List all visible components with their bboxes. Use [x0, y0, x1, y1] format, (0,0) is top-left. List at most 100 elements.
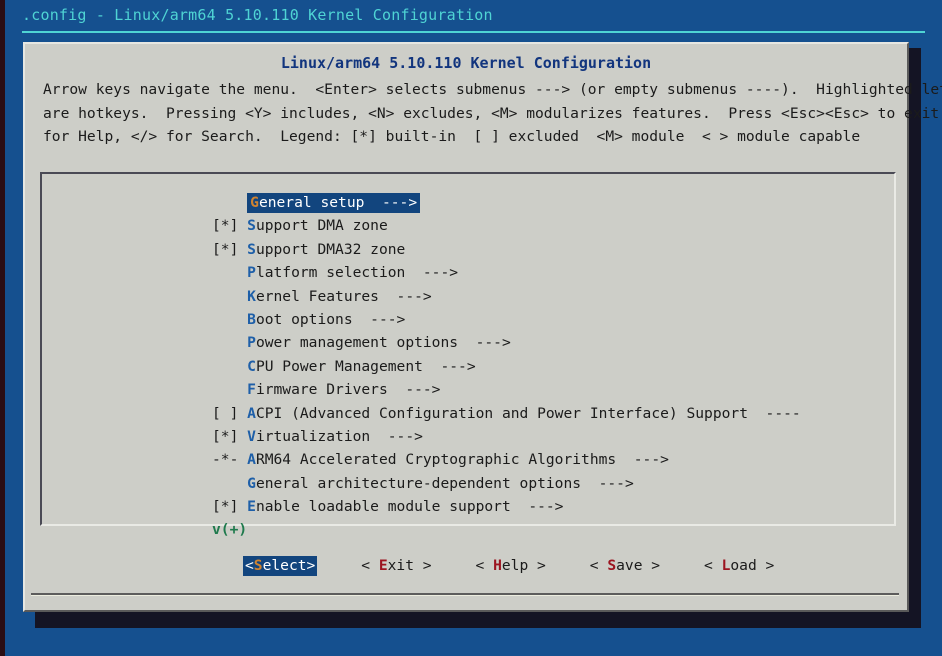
menu-item-text: ernel Features ---> — [256, 288, 432, 305]
menu-item[interactable]: Power management options ---> — [25, 331, 911, 354]
menu-item-hotkey: S — [247, 217, 256, 234]
help-text: Arrow keys navigate the menu. <Enter> se… — [43, 78, 942, 149]
menu-item-hotkey: P — [247, 334, 256, 351]
menu-item-label: Support DMA zone — [247, 217, 388, 234]
menu-item[interactable]: CPU Power Management ---> — [25, 355, 911, 378]
menu-item-mark: -*- — [212, 451, 238, 468]
button-separator — [31, 593, 899, 596]
menu-item-text: upport DMA zone — [256, 217, 388, 234]
menu-item-hotkey: V — [247, 428, 256, 445]
button-hotkey: S — [607, 557, 616, 574]
menu-item[interactable]: General architecture-dependent options -… — [25, 472, 911, 495]
menu-item[interactable]: Platform selection ---> — [25, 261, 911, 284]
button-hotkey: H — [493, 557, 502, 574]
scroll-down-indicator: v(+) — [25, 518, 911, 541]
menu-item-label: Power management options ---> — [247, 334, 511, 351]
button-gap — [432, 557, 476, 574]
menu-item-mark — [212, 475, 238, 492]
menu-item-mark: [*] — [212, 428, 238, 445]
menu-item-mark: [*] — [212, 241, 238, 258]
menu-item-label: ARM64 Accelerated Cryptographic Algorith… — [247, 451, 669, 468]
menu-item-hotkey: S — [247, 241, 256, 258]
menu-item-text: eneral setup ---> — [259, 194, 417, 211]
menu-item[interactable]: [*] Support DMA32 zone — [25, 238, 911, 261]
menu-item[interactable]: [*] Support DMA zone — [25, 214, 911, 237]
menu-item-hotkey: C — [247, 358, 256, 375]
menu-item-mark — [212, 334, 238, 351]
button-bracket-left: < — [476, 557, 494, 574]
button-hotkey: E — [379, 557, 388, 574]
button-label: ave > — [616, 557, 660, 574]
menu-item[interactable]: [ ] ACPI (Advanced Configuration and Pow… — [25, 402, 911, 425]
menu-item-mark — [212, 264, 238, 281]
menu-item-text: RM64 Accelerated Cryptographic Algorithm… — [256, 451, 669, 468]
menu-item-text: upport DMA32 zone — [256, 241, 405, 258]
menu-item-text: CPI (Advanced Configuration and Power In… — [256, 405, 801, 422]
backtitle-rule — [22, 31, 925, 33]
menu-item-hotkey: E — [247, 498, 256, 515]
button-bracket-left: < — [361, 557, 379, 574]
menu-item-text: latform selection ---> — [256, 264, 458, 281]
menu-item-text: PU Power Management ---> — [256, 358, 476, 375]
menu-item-text: nable loadable module support ---> — [256, 498, 564, 515]
terminal-left-edge-inner — [5, 0, 9, 656]
menu-item-label: General architecture-dependent options -… — [247, 475, 634, 492]
menu-item-mark — [212, 288, 238, 305]
menu-item[interactable]: Kernel Features ---> — [25, 285, 911, 308]
menu-item-hotkey: A — [247, 405, 256, 422]
button-bracket-left: < — [704, 557, 722, 574]
menu-item-hotkey: B — [247, 311, 256, 328]
button-gap — [660, 557, 704, 574]
menu-item-text: oot options ---> — [256, 311, 405, 328]
button-exit[interactable]: < Exit > — [361, 557, 431, 574]
button-hotkey: S — [254, 557, 263, 574]
menu-item[interactable]: Firmware Drivers ---> — [25, 378, 911, 401]
menu-item-text: ower management options ---> — [256, 334, 511, 351]
menu-item-hotkey: G — [247, 475, 256, 492]
menu-item-label: Boot options ---> — [247, 311, 405, 328]
menu-item-mark: [ ] — [212, 405, 238, 422]
menu-item-hotkey: P — [247, 264, 256, 281]
menu-item-label: Firmware Drivers ---> — [247, 381, 440, 398]
menu-item-mark — [212, 381, 238, 398]
menu-item-mark: [*] — [212, 217, 238, 234]
help-line: Arrow keys navigate the menu. <Enter> se… — [43, 78, 942, 102]
menu-item-label: Kernel Features ---> — [247, 288, 432, 305]
button-bracket-left: < — [245, 557, 254, 574]
menu-item[interactable]: [*] Virtualization ---> — [25, 425, 911, 448]
menu-item-hotkey: A — [247, 451, 256, 468]
menu-item[interactable]: Boot options ---> — [25, 308, 911, 331]
terminal-screen: .config - Linux/arm64 5.10.110 Kernel Co… — [0, 0, 942, 656]
help-line: are hotkeys. Pressing <Y> includes, <N> … — [43, 102, 942, 126]
kernel-config-dialog: Linux/arm64 5.10.110 Kernel Configuratio… — [23, 42, 909, 612]
button-bar: <Select> < Exit > < Help > < Save > < Lo… — [25, 556, 911, 576]
button-label: xit > — [388, 557, 432, 574]
menu-item-text: eneral architecture-dependent options --… — [256, 475, 634, 492]
button-help[interactable]: < Help > — [476, 557, 546, 574]
button-bracket-left: < — [590, 557, 608, 574]
menu-item-text: irmware Drivers ---> — [256, 381, 441, 398]
backtitle: .config - Linux/arm64 5.10.110 Kernel Co… — [22, 4, 493, 26]
menu-item-label: Platform selection ---> — [247, 264, 458, 281]
button-label: oad > — [730, 557, 774, 574]
menu-item[interactable]: [*] Enable loadable module support ---> — [25, 495, 911, 518]
menu-item[interactable]: -*- ARM64 Accelerated Cryptographic Algo… — [25, 448, 911, 471]
dialog-title: Linux/arm64 5.10.110 Kernel Configuratio… — [25, 54, 907, 72]
button-save[interactable]: < Save > — [590, 557, 660, 574]
menu-item-label: Enable loadable module support ---> — [247, 498, 563, 515]
menu-item-hotkey: F — [247, 381, 256, 398]
menu-item-label: General setup ---> — [247, 193, 420, 213]
menu-item-mark: [*] — [212, 498, 238, 515]
menu-item-mark — [212, 311, 238, 328]
button-gap — [317, 557, 361, 574]
button-load[interactable]: < Load > — [704, 557, 774, 574]
menu-item-hotkey: K — [247, 288, 256, 305]
button-label: elp > — [502, 557, 546, 574]
menu-item-label: CPU Power Management ---> — [247, 358, 475, 375]
menu-item-label: Support DMA32 zone — [247, 241, 405, 258]
menu-item[interactable]: General setup ---> — [25, 191, 911, 214]
menu-list: General setup --->[*] Support DMA zone[*… — [25, 191, 911, 581]
button-select[interactable]: <Select> — [243, 556, 317, 576]
menu-item-label: ACPI (Advanced Configuration and Power I… — [247, 405, 801, 422]
menu-item-hotkey: G — [250, 194, 259, 211]
